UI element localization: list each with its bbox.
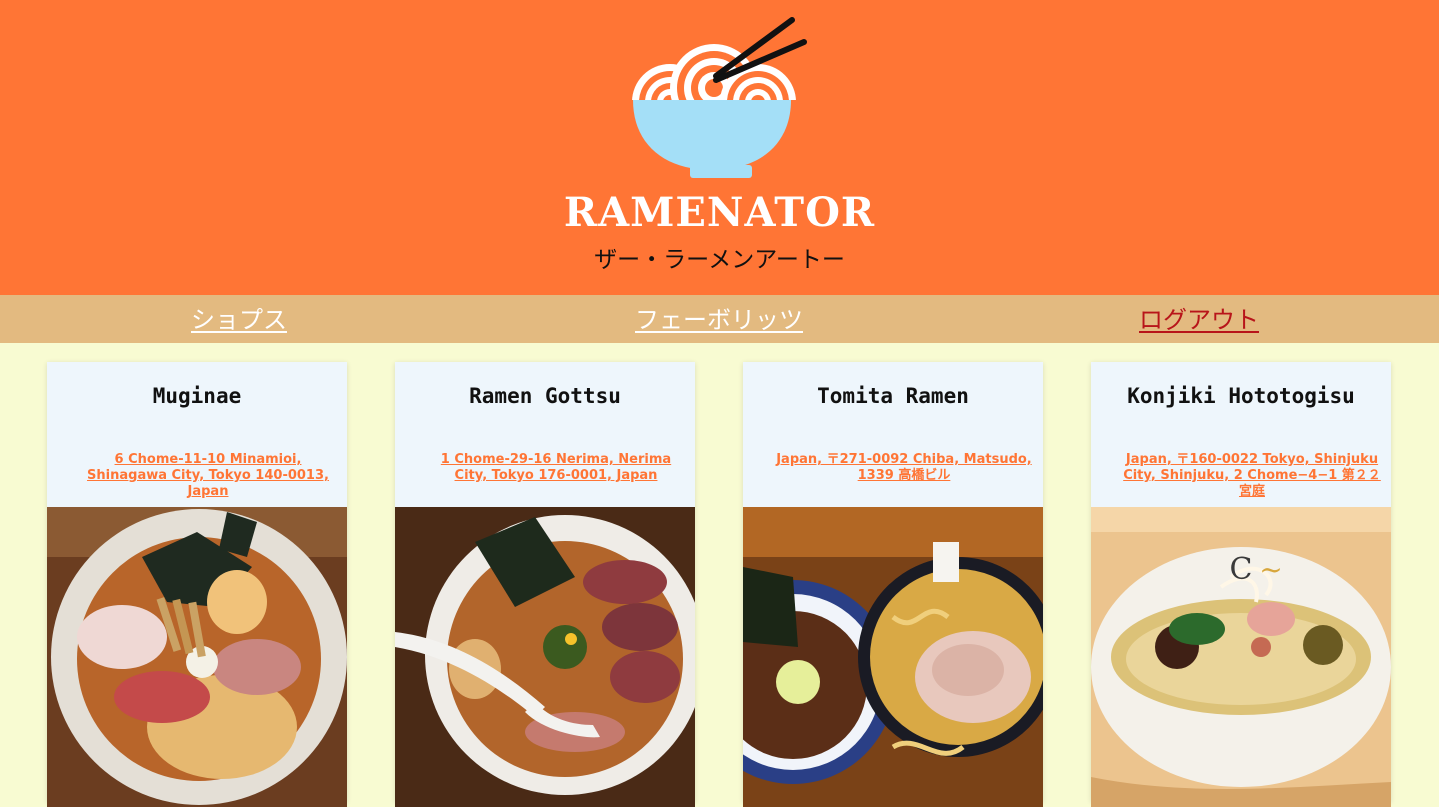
ramen-photo [47, 507, 347, 807]
nav-link-logout[interactable]: ログアウト [1139, 295, 1259, 343]
shop-address-link[interactable]: Japan, 〒271-0092 Chiba, Matsudo, 1339 高橋… [773, 452, 1035, 484]
ramen-bowl-logo-icon [632, 17, 807, 178]
shop-card[interactable]: Tomita Ramen Japan, 〒271-0092 Chiba, Mat… [743, 362, 1043, 807]
shop-card[interactable]: Ramen Gottsu 1 Chome-29-16 Nerima, Nerim… [395, 362, 695, 807]
brand-title: RAMENATOR [563, 189, 876, 236]
shop-name: Ramen Gottsu [469, 384, 621, 408]
ramen-photo [743, 507, 1043, 807]
nav-link-shops[interactable]: ショプス [191, 295, 287, 343]
shop-card-list: Muginae 6 Chome-11-10 Minamioi, Shinagaw… [0, 343, 1439, 807]
shop-address-link[interactable]: 1 Chome-29-16 Nerima, Nerima City, Tokyo… [425, 452, 687, 484]
shop-name: Konjiki Hototogisu [1127, 384, 1355, 408]
shop-card[interactable]: Muginae 6 Chome-11-10 Minamioi, Shinagaw… [47, 362, 347, 807]
site-header: RAMENATOR ザー・ラーメンアートー [0, 0, 1439, 295]
ramen-photo: C ~ [1091, 507, 1391, 807]
shop-name: Tomita Ramen [817, 384, 969, 408]
svg-text:C: C [1230, 552, 1253, 587]
main-nav: ショプス フェーボリッツ ログアウト [0, 295, 1439, 343]
svg-text:~: ~ [1259, 553, 1282, 586]
shop-address-link[interactable]: Japan, 〒160-0022 Tokyo, Shinjuku City, S… [1121, 452, 1383, 500]
shop-address-link[interactable]: 6 Chome-11-10 Minamioi, Shinagawa City, … [77, 452, 339, 500]
shop-card[interactable]: Konjiki Hototogisu Japan, 〒160-0022 Toky… [1091, 362, 1391, 807]
shop-name: Muginae [152, 384, 242, 408]
ramen-photo [395, 507, 695, 807]
brand-subtitle: ザー・ラーメンアートー [594, 247, 845, 273]
nav-link-favorites[interactable]: フェーボリッツ [635, 295, 803, 343]
